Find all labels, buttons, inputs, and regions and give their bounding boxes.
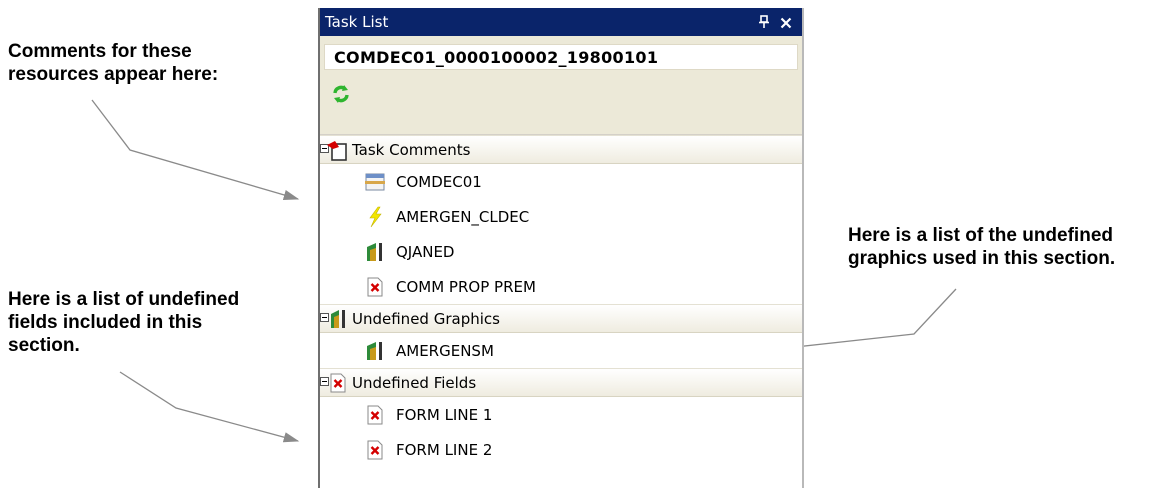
graphic-icon — [364, 340, 386, 362]
group-icon-wrap — [320, 138, 352, 162]
field-icon — [364, 439, 386, 461]
task-tree: Task Comments COMDEC01 AMERGEN_CLDEC QJANED… — [320, 135, 802, 467]
undefined-graphics-icon — [326, 308, 348, 334]
tree-item[interactable]: FORM LINE 2 — [320, 432, 802, 467]
tree-item[interactable]: AMERGENSM — [320, 333, 802, 368]
tree-item-label: FORM LINE 1 — [396, 405, 493, 424]
group-header[interactable]: Task Comments — [320, 135, 802, 164]
arrow-fields — [119, 371, 300, 443]
task-comments-icon — [326, 139, 348, 165]
panel-header: COMDEC01_0000100002_19800101 — [320, 36, 802, 135]
form-icon — [364, 171, 386, 193]
arrow-comments — [91, 99, 300, 200]
panel-title: Task List — [325, 13, 389, 31]
tree-item-label: AMERGENSM — [396, 341, 494, 360]
lightning-icon — [364, 206, 386, 228]
tree-item-label: AMERGEN_CLDEC — [396, 207, 530, 226]
tree-item-label: COMM PROP PREM — [396, 277, 536, 296]
group-label: Undefined Fields — [352, 373, 477, 392]
group-label: Task Comments — [352, 140, 471, 159]
field-icon — [364, 404, 386, 426]
pin-icon[interactable] — [758, 15, 770, 29]
group-icon-wrap — [320, 371, 352, 395]
tree-item[interactable]: COMM PROP PREM — [320, 269, 802, 304]
tree-item-label: FORM LINE 2 — [396, 440, 493, 459]
tree-item-label: COMDEC01 — [396, 172, 482, 191]
group-header[interactable]: Undefined Graphics — [320, 304, 802, 333]
group-icon-wrap — [320, 307, 352, 331]
refresh-icon[interactable] — [331, 84, 351, 108]
graphic-icon — [364, 241, 386, 263]
tree-item[interactable]: FORM LINE 1 — [320, 397, 802, 432]
group-label: Undefined Graphics — [352, 309, 500, 328]
undefined-fields-icon — [326, 372, 348, 398]
group-header[interactable]: Undefined Fields — [320, 368, 802, 397]
tree-item[interactable]: QJANED — [320, 234, 802, 269]
tree-item-label: QJANED — [396, 242, 455, 261]
tree-item[interactable]: AMERGEN_CLDEC — [320, 199, 802, 234]
panel-titlebar: Task List — [320, 8, 802, 36]
close-icon[interactable] — [780, 15, 792, 29]
task-list-panel: Task List COMDEC01_0000100002_19800101 T… — [318, 8, 804, 488]
resource-name: COMDEC01_0000100002_19800101 — [324, 44, 798, 70]
tree-item[interactable]: COMDEC01 — [320, 164, 802, 199]
field-icon — [364, 276, 386, 298]
